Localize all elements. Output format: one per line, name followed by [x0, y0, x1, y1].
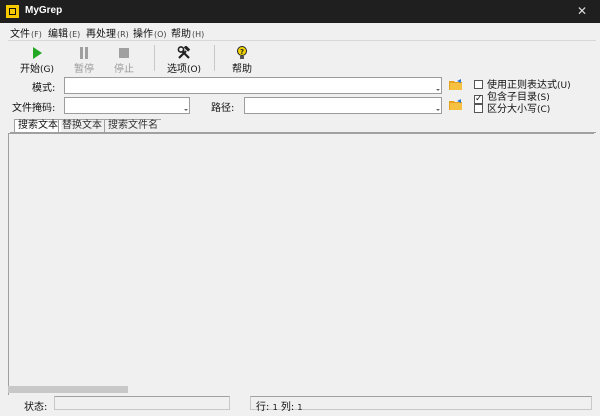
checkbox-box[interactable]	[474, 104, 483, 113]
question-bulb-icon: ?	[222, 46, 262, 60]
pause-icon	[64, 46, 104, 60]
menu-file-accel: (F)	[31, 30, 42, 39]
status-label: 状态:	[24, 402, 48, 413]
row-col-readout: 行: 1 列: 1	[256, 398, 303, 413]
menu-reprocess-accel: (R)	[117, 30, 129, 39]
start-label: 开始	[20, 64, 40, 75]
menu-reprocess-label: 再处理	[86, 29, 116, 40]
file-mask-label: 文件掩码:	[12, 103, 56, 114]
options-accel: (O)	[186, 65, 202, 75]
results-pane[interactable]	[8, 133, 594, 395]
help-label: 帮助	[232, 64, 252, 75]
menu-edit[interactable]: 编辑(E)	[48, 25, 80, 40]
toolbar: 开始(G) 暂停 停止 选项(O) ? 帮助	[8, 40, 596, 75]
row-value: 1	[272, 403, 278, 412]
menu-file[interactable]: 文件(F)	[10, 25, 42, 40]
pattern-label: 模式:	[32, 83, 56, 94]
row-label: 行:	[256, 402, 270, 413]
menu-help[interactable]: 帮助(H)	[171, 25, 204, 40]
pattern-combobox[interactable]	[64, 77, 442, 94]
path-combobox[interactable]	[244, 97, 442, 114]
pattern-folder-button[interactable]	[449, 79, 463, 91]
stop-label: 停止	[114, 64, 134, 75]
tab-search-filename[interactable]: 搜索文件名	[104, 119, 161, 132]
menu-operate-accel: (O)	[154, 30, 167, 39]
menu-edit-label: 编辑	[48, 29, 68, 40]
help-button[interactable]: ? 帮助	[222, 43, 262, 75]
options-label: 选项	[166, 64, 187, 75]
path-label: 路径:	[211, 103, 235, 114]
tab-replace-text[interactable]: 替换文本	[58, 119, 105, 132]
app-logo-icon	[6, 5, 19, 18]
tab-strip: 搜索文本 替换文本 搜索文件名	[10, 118, 596, 133]
menu-bar: 文件(F) 编辑(E) 再处理(R) 操作(O) 帮助(H)	[0, 23, 600, 40]
menu-operate-label: 操作	[133, 29, 153, 40]
menu-edit-accel: (E)	[69, 30, 81, 39]
tools-icon	[160, 46, 208, 60]
title-bar: MyGrep ✕	[0, 0, 600, 23]
chevron-down-icon[interactable]	[183, 107, 188, 112]
pause-label: 暂停	[74, 64, 94, 75]
menu-reprocess[interactable]: 再处理(R)	[86, 25, 129, 40]
case-sensitive-accel: (C)	[537, 105, 551, 115]
menu-file-label: 文件	[10, 29, 30, 40]
stop-icon	[104, 46, 144, 60]
stop-button[interactable]: 停止	[104, 43, 144, 75]
play-icon	[14, 46, 60, 60]
path-folder-button[interactable]	[449, 99, 463, 111]
status-bar: 状态: 行: 1 列: 1	[0, 396, 600, 416]
status-panel	[54, 396, 230, 410]
case-sensitive-label: 区分大小写	[487, 104, 537, 115]
window-title: MyGrep	[25, 5, 63, 16]
col-label: 列:	[280, 402, 295, 413]
toolbar-separator	[154, 45, 155, 71]
case-sensitive-checkbox[interactable]: 区分大小写(C)	[474, 100, 550, 115]
pause-button[interactable]: 暂停	[64, 43, 104, 75]
svg-text:?: ?	[240, 48, 244, 56]
menu-help-label: 帮助	[171, 29, 191, 40]
options-button[interactable]: 选项(O)	[160, 43, 208, 75]
folder-icon	[449, 79, 462, 90]
start-accel: (G)	[40, 65, 54, 75]
file-mask-combobox[interactable]	[64, 97, 190, 114]
start-button[interactable]: 开始(G)	[14, 43, 60, 75]
toolbar-separator	[214, 45, 215, 71]
col-value: 1	[297, 403, 303, 412]
folder-icon	[449, 99, 462, 110]
use-regex-accel: (U)	[557, 81, 571, 91]
horizontal-scrollbar[interactable]	[8, 386, 128, 393]
chevron-down-icon[interactable]	[435, 87, 440, 92]
menu-operate[interactable]: 操作(O)	[133, 25, 167, 40]
chevron-down-icon[interactable]	[435, 107, 440, 112]
menu-help-accel: (H)	[192, 30, 205, 39]
tab-search-text[interactable]: 搜索文本	[14, 119, 61, 132]
close-button[interactable]: ✕	[564, 0, 600, 23]
